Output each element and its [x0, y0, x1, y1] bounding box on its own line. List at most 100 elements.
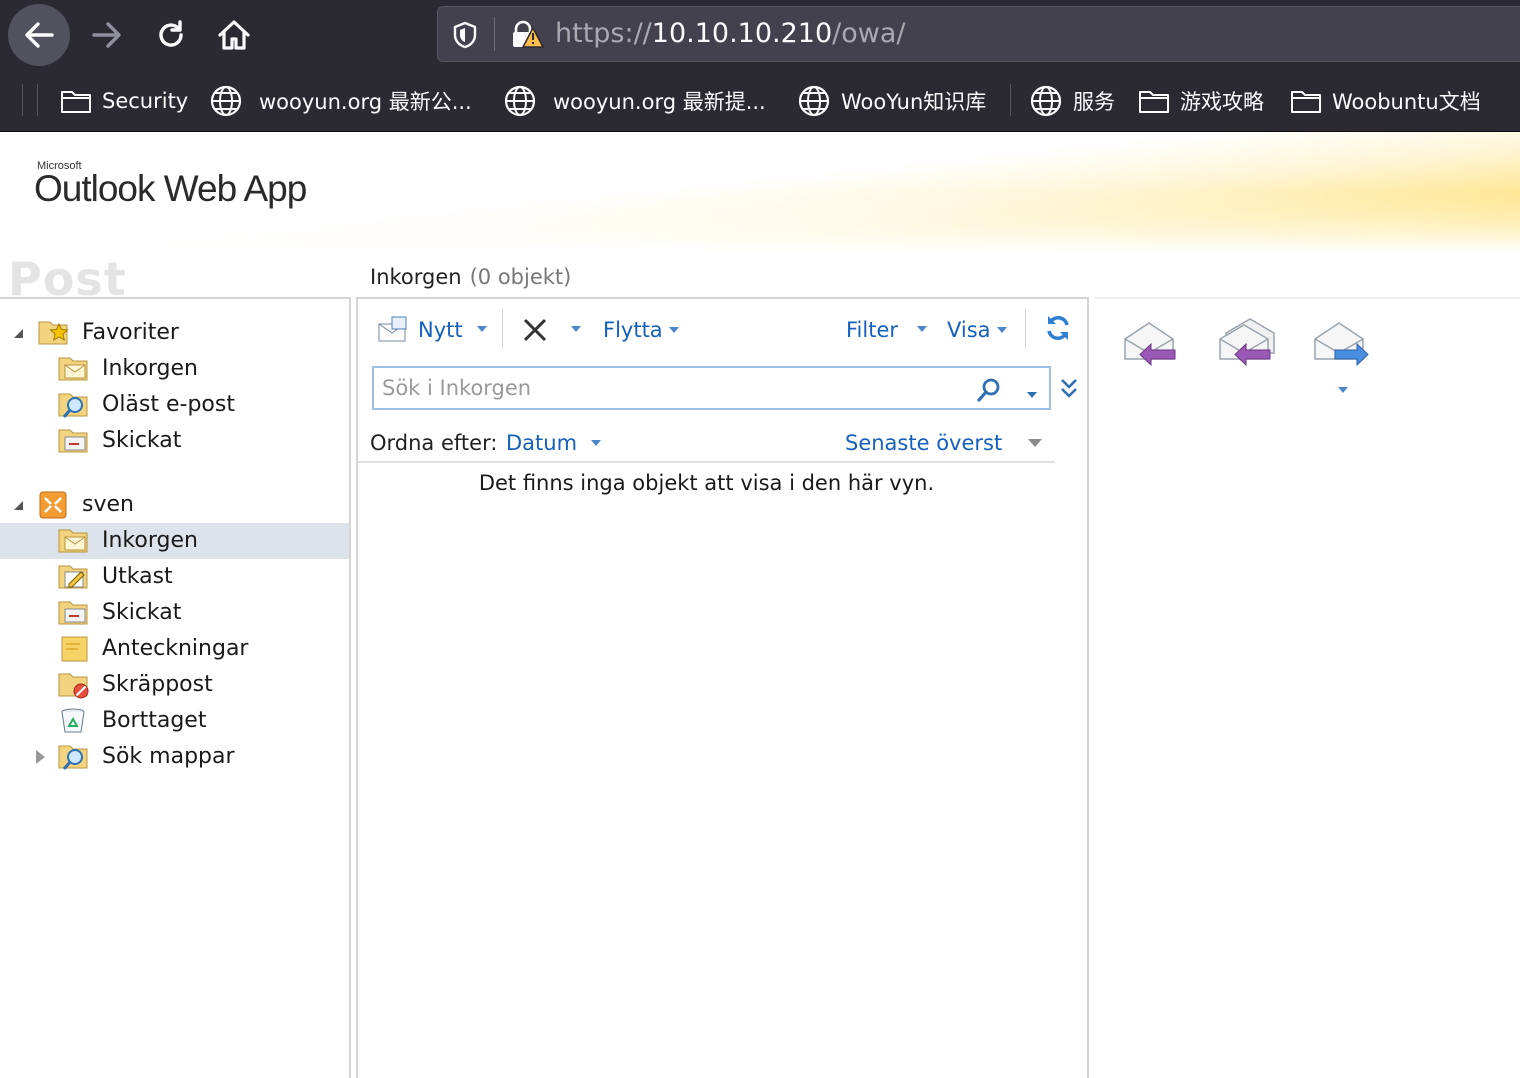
url-path: /owa/ [832, 18, 906, 49]
url-host: 10.10.10.210 [651, 18, 833, 49]
tree-label: Anteckningar [102, 636, 249, 661]
mailbox-icon [39, 491, 67, 519]
tree-label: Favoriter [82, 320, 179, 345]
folder-name: Inkorgen [370, 265, 462, 289]
tree-node-inbox[interactable]: Inkorgen [0, 523, 349, 559]
inbox-folder-icon [58, 357, 88, 381]
tree-label: Skräppost [102, 672, 213, 697]
move-dropdown-arrow [668, 327, 679, 333]
empty-list-message: Det finns inga objekt att visa i den här… [478, 471, 935, 495]
tree-node-search-folders[interactable]: Sök mappar [0, 739, 349, 775]
folder-icon [1139, 91, 1169, 113]
view-label: Visa [947, 318, 991, 342]
filter-dropdown-arrow[interactable] [917, 326, 927, 332]
tree-node-notes[interactable]: Anteckningar [0, 631, 349, 667]
filter-label: Filter [846, 318, 899, 342]
bookmark-game-guides[interactable]: 游戏攻略 [1138, 84, 1264, 118]
tree-node-junk[interactable]: Skräppost [0, 667, 349, 703]
tree-node-fav-inbox[interactable]: Inkorgen [0, 351, 349, 387]
arrow-left-icon [25, 22, 54, 48]
bookmarks-separator [22, 84, 23, 116]
tree-node-drafts[interactable]: Utkast [0, 559, 349, 595]
new-button[interactable]: Nytt [376, 315, 463, 345]
tree-node-mailbox[interactable]: sven [0, 487, 349, 523]
globe-icon [210, 85, 242, 117]
home-icon [218, 20, 250, 50]
sort-order-dropdown[interactable]: Senaste överst [845, 431, 1043, 455]
junk-folder-icon [58, 673, 89, 699]
bookmark-security[interactable]: Security [60, 84, 188, 118]
expand-search-icon[interactable] [1059, 377, 1079, 401]
bookmark-label: 服务 [1073, 90, 1115, 114]
sent-folder-icon [58, 601, 88, 625]
expand-caret-icon[interactable] [36, 750, 45, 764]
forward-dropdown-arrow[interactable] [1338, 387, 1348, 393]
sort-by-label: Ordna efter: [370, 431, 498, 455]
bookmark-wooyun-kb[interactable]: WooYun知识库 [797, 84, 986, 118]
reply-button[interactable] [1121, 317, 1183, 377]
shield-icon[interactable] [452, 21, 478, 49]
reply-all-icon [1219, 318, 1275, 367]
delete-dropdown-arrow[interactable] [571, 326, 581, 332]
folder-icon [1291, 91, 1321, 113]
collapse-caret-icon[interactable] [14, 501, 23, 510]
home-button[interactable] [203, 4, 265, 66]
view-button[interactable]: Visa [947, 315, 1007, 345]
move-button[interactable]: Flytta [603, 315, 679, 345]
bookmark-woobuntu-docs[interactable]: Woobuntu文档 [1290, 84, 1481, 118]
delete-button[interactable] [521, 315, 549, 345]
view-dropdown-arrow [996, 327, 1007, 333]
search-icon[interactable] [975, 376, 1003, 404]
tree-node-favorites[interactable]: Favoriter [0, 315, 349, 351]
sort-row: Ordna efter: Datum Senaste överst [358, 427, 1055, 463]
collapse-caret-icon[interactable] [14, 329, 23, 338]
search-folders-icon [58, 745, 88, 770]
owa-header: Microsoft Outlook Web App [0, 132, 1520, 252]
bookmark-label: WooYun知识库 [841, 90, 987, 114]
bookmark-wooyun-public[interactable]: wooyun.org 最新公... [209, 84, 472, 118]
sort-field-dropdown[interactable]: Datum [506, 431, 602, 455]
favorites-folder-icon [38, 321, 69, 345]
search-input[interactable] [382, 374, 962, 402]
globe-icon [1030, 85, 1062, 117]
refresh-button[interactable] [1043, 313, 1073, 343]
folder-heading: Inkorgen (0 objekt) [370, 265, 571, 289]
notes-folder-icon [61, 636, 88, 662]
bookmark-services[interactable]: 服务 [1029, 84, 1115, 118]
inbox-folder-icon [58, 529, 88, 553]
bookmarks-separator [37, 84, 38, 116]
recycle-bin-icon [61, 708, 85, 733]
forward-button[interactable] [76, 4, 138, 66]
address-bar[interactable]: https://10.10.10.210/owa/ [437, 6, 1520, 62]
tree-node-fav-unread[interactable]: Oläst e-post [0, 387, 349, 423]
search-scope-dropdown[interactable] [1027, 392, 1037, 398]
reply-icon [1124, 322, 1176, 367]
tree-node-sent[interactable]: Skickat [0, 595, 349, 631]
tree-node-fav-sent[interactable]: Skickat [0, 423, 349, 459]
filter-button[interactable]: Filter [846, 315, 898, 345]
tree-label: Skickat [102, 600, 182, 625]
bookmark-label: Security [102, 89, 189, 113]
new-label: Nytt [418, 318, 463, 342]
new-dropdown-arrow[interactable] [477, 326, 487, 332]
forward-mail-button[interactable] [1311, 317, 1373, 377]
sort-field-arrow [591, 440, 602, 446]
reload-button[interactable] [140, 4, 202, 66]
back-button[interactable] [8, 4, 70, 66]
browser-toolbar: https://10.10.10.210/owa/ [0, 0, 1520, 70]
url-text: https://10.10.10.210/owa/ [555, 18, 905, 49]
tree-label: Inkorgen [102, 528, 198, 553]
sort-order-label: Senaste överst [845, 431, 1003, 455]
bookmark-wooyun-submit[interactable]: wooyun.org 最新提... [503, 84, 766, 118]
insecure-lock-icon[interactable] [510, 20, 544, 50]
tree-label: Oläst e-post [102, 392, 235, 417]
item-count: (0 objekt) [469, 265, 572, 289]
toolbar-separator [1025, 309, 1026, 349]
tree-label: sven [82, 492, 134, 517]
address-divider [494, 17, 495, 51]
tree-label: Utkast [102, 564, 173, 589]
tree-node-deleted[interactable]: Borttaget [0, 703, 349, 739]
bookmark-label: wooyun.org 最新提... [553, 90, 766, 114]
arrow-right-icon [92, 22, 121, 48]
reply-all-button[interactable] [1216, 317, 1278, 377]
